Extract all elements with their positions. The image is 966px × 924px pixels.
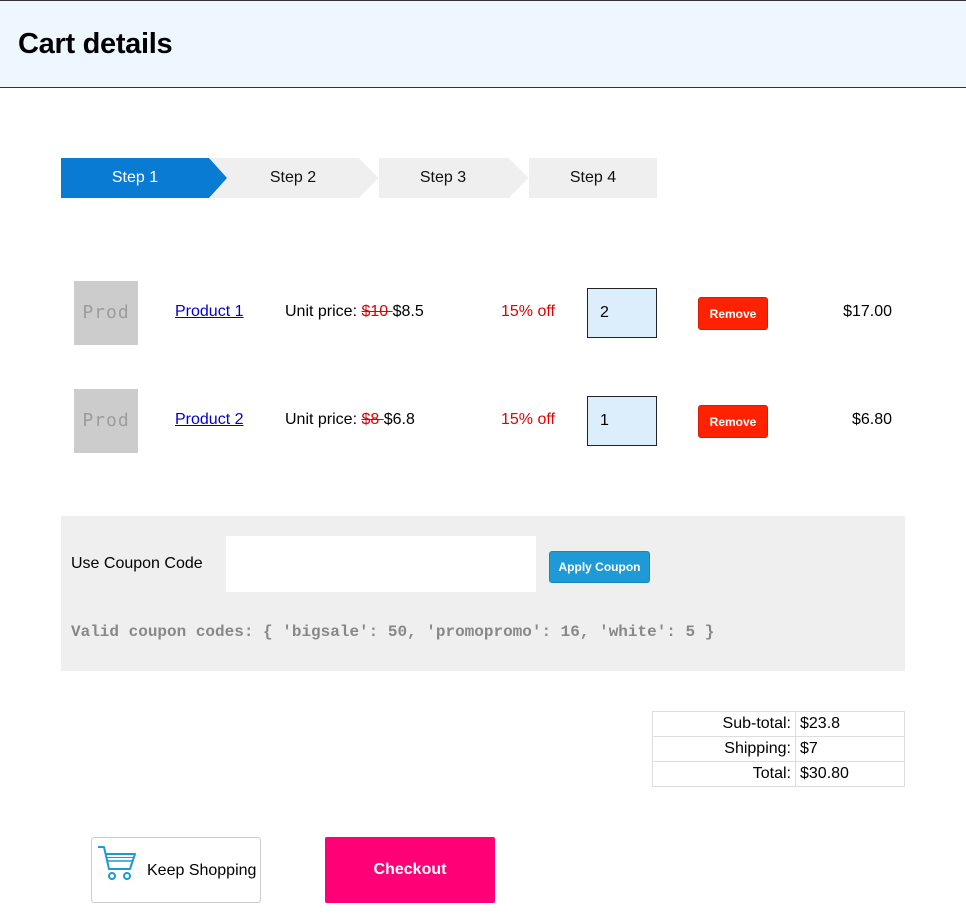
original-price: $8 [361, 411, 384, 428]
discount-label: 15% off [501, 303, 555, 320]
shipping-value: $7 [795, 736, 905, 762]
subtotal-label: Sub-total: [652, 711, 796, 737]
step-3[interactable]: Step 3 [379, 158, 507, 198]
cart-item: Prod Product 2 Unit price: $8 $6.8 15% o… [0, 389, 966, 453]
shipping-row: Shipping: $7 [652, 736, 905, 762]
total-value: $30.80 [795, 761, 905, 787]
valid-coupon-codes: Valid coupon codes: { 'bigsale': 50, 'pr… [71, 623, 715, 641]
original-price: $10 [361, 303, 393, 320]
step-label: Step 2 [269, 169, 317, 186]
step-label: Step 3 [419, 169, 467, 186]
keep-shopping-button[interactable]: Keep Shopping [91, 837, 261, 903]
step-arrow [209, 158, 229, 198]
step-1[interactable]: Step 1 [61, 158, 209, 198]
remove-button[interactable]: Remove [698, 297, 768, 330]
step-label: Step 4 [569, 169, 617, 186]
keep-shopping-label: Keep Shopping [147, 862, 257, 879]
apply-coupon-button[interactable]: Apply Coupon [549, 551, 650, 583]
checkout-steps: Step 1 Step 2 Step 3 Step 4 [61, 158, 657, 198]
line-total: $17.00 [843, 303, 892, 320]
line-total: $6.80 [851, 411, 892, 428]
cart-item: Prod Product 1 Unit price: $10 $8.5 15% … [0, 281, 966, 345]
coupon-label: Use Coupon Code [71, 555, 203, 572]
checkout-button[interactable]: Checkout [325, 837, 495, 903]
unit-price: Unit price: $10 $8.5 [285, 303, 424, 321]
unit-price-label: Unit price: [285, 411, 362, 428]
discount-label: 15% off [501, 411, 555, 428]
quantity-input[interactable] [587, 396, 657, 446]
unit-price: Unit price: $8 $6.8 [285, 411, 415, 429]
sale-price: $6.8 [383, 411, 415, 428]
product-thumbnail: Prod [74, 281, 138, 345]
product-link[interactable]: Product 2 [175, 411, 243, 429]
coupon-input[interactable] [226, 536, 536, 592]
step-separator [507, 158, 531, 198]
sale-price: $8.5 [392, 303, 424, 320]
step-label: Step 1 [111, 169, 159, 186]
quantity-input[interactable] [587, 288, 657, 338]
shipping-label: Shipping: [652, 736, 796, 762]
unit-price-label: Unit price: [285, 303, 362, 320]
remove-button[interactable]: Remove [698, 405, 768, 438]
step-separator [357, 158, 381, 198]
page-header: Cart details [0, 0, 966, 88]
coupon-panel: Use Coupon Code Apply Coupon Valid coupo… [61, 516, 905, 671]
order-totals: Sub-total: $23.8 Shipping: $7 Total: $30… [652, 711, 905, 787]
step-4[interactable]: Step 4 [529, 158, 657, 198]
subtotal-value: $23.8 [795, 711, 905, 737]
product-link[interactable]: Product 1 [175, 303, 243, 321]
total-label: Total: [652, 761, 796, 787]
step-2[interactable]: Step 2 [229, 158, 357, 198]
subtotal-row: Sub-total: $23.8 [652, 711, 905, 737]
product-thumbnail: Prod [74, 389, 138, 453]
page-title: Cart details [18, 28, 173, 60]
total-row: Total: $30.80 [652, 761, 905, 787]
shopping-cart-icon [98, 846, 136, 880]
